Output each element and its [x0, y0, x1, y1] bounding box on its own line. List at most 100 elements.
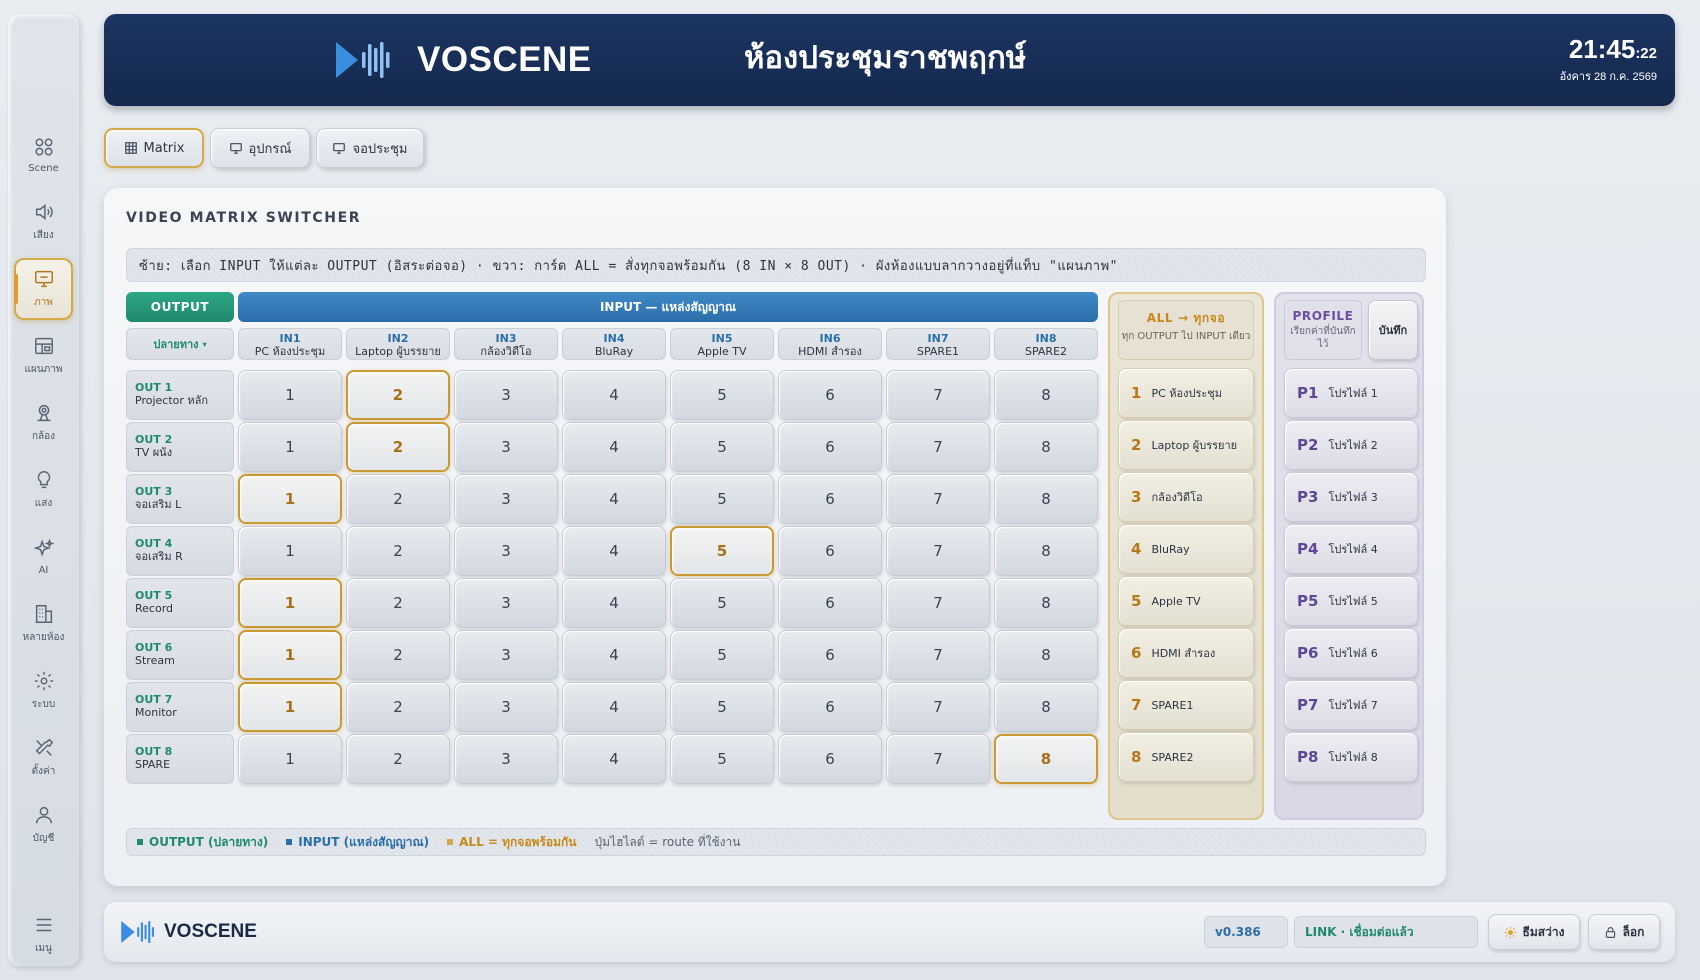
all-route-button-4[interactable]: 4 BluRay	[1118, 524, 1254, 574]
route-button-out5-in4[interactable]: 4	[562, 578, 666, 628]
route-button-out4-in5[interactable]: 5	[670, 526, 774, 576]
profile-button-8[interactable]: P8 โปรไฟล์ 8	[1284, 732, 1418, 782]
route-button-out5-in5[interactable]: 5	[670, 578, 774, 628]
all-route-button-5[interactable]: 5 Apple TV	[1118, 576, 1254, 626]
route-button-out8-in7[interactable]: 7	[886, 734, 990, 784]
route-button-out6-in8[interactable]: 8	[994, 630, 1098, 680]
route-button-out6-in7[interactable]: 7	[886, 630, 990, 680]
route-button-out8-in8[interactable]: 8	[994, 734, 1098, 784]
route-button-out3-in6[interactable]: 6	[778, 474, 882, 524]
save-profile-button[interactable]: บันทึก	[1368, 300, 1418, 360]
route-button-out2-in1[interactable]: 1	[238, 422, 342, 472]
route-button-out8-in3[interactable]: 3	[454, 734, 558, 784]
sidebar-item-account[interactable]: บัญชี	[14, 794, 73, 856]
sidebar-item-layout[interactable]: แผนภาพ	[14, 325, 73, 387]
route-button-out3-in5[interactable]: 5	[670, 474, 774, 524]
route-button-out5-in6[interactable]: 6	[778, 578, 882, 628]
sidebar-item-light[interactable]: แสง	[14, 459, 73, 521]
route-button-out4-in7[interactable]: 7	[886, 526, 990, 576]
route-button-out4-in1[interactable]: 1	[238, 526, 342, 576]
profile-button-4[interactable]: P4 โปรไฟล์ 4	[1284, 524, 1418, 574]
destination-dropdown[interactable]: ปลายทาง ▾	[126, 328, 234, 360]
route-button-out1-in1[interactable]: 1	[238, 370, 342, 420]
lock-button[interactable]: ล็อก	[1588, 914, 1660, 950]
sidebar-item-label: แสง	[34, 498, 53, 509]
tab-devices[interactable]: อุปกรณ์	[210, 128, 310, 168]
route-button-out6-in2[interactable]: 2	[346, 630, 450, 680]
route-button-out1-in8[interactable]: 8	[994, 370, 1098, 420]
route-button-out8-in4[interactable]: 4	[562, 734, 666, 784]
route-button-out4-in4[interactable]: 4	[562, 526, 666, 576]
route-button-out8-in5[interactable]: 5	[670, 734, 774, 784]
sidebar-item-system[interactable]: ระบบ	[14, 660, 73, 722]
route-button-out1-in5[interactable]: 5	[670, 370, 774, 420]
route-button-out8-in6[interactable]: 6	[778, 734, 882, 784]
route-button-out8-in1[interactable]: 1	[238, 734, 342, 784]
route-button-out2-in8[interactable]: 8	[994, 422, 1098, 472]
route-button-out3-in7[interactable]: 7	[886, 474, 990, 524]
route-button-out7-in8[interactable]: 8	[994, 682, 1098, 732]
sidebar-item-camera[interactable]: กล้อง	[14, 392, 73, 454]
profile-button-5[interactable]: P5 โปรไฟล์ 5	[1284, 576, 1418, 626]
route-button-out8-in2[interactable]: 2	[346, 734, 450, 784]
sidebar-item-ai[interactable]: AI	[14, 526, 73, 588]
sidebar-item-settings[interactable]: ตั้งค่า	[14, 727, 73, 789]
tab-matrix[interactable]: Matrix	[104, 128, 204, 168]
route-button-out1-in3[interactable]: 3	[454, 370, 558, 420]
all-route-button-1[interactable]: 1 PC ห้องประชุม	[1118, 368, 1254, 418]
route-button-out6-in1[interactable]: 1	[238, 630, 342, 680]
route-button-out3-in4[interactable]: 4	[562, 474, 666, 524]
route-button-out1-in4[interactable]: 4	[562, 370, 666, 420]
all-route-button-8[interactable]: 8 SPARE2	[1118, 732, 1254, 782]
sidebar-menu-button[interactable]: เมนู	[14, 904, 73, 966]
profile-button-6[interactable]: P6 โปรไฟล์ 6	[1284, 628, 1418, 678]
route-button-out7-in5[interactable]: 5	[670, 682, 774, 732]
route-button-out6-in5[interactable]: 5	[670, 630, 774, 680]
profile-button-3[interactable]: P3 โปรไฟล์ 3	[1284, 472, 1418, 522]
route-button-out4-in2[interactable]: 2	[346, 526, 450, 576]
route-button-out3-in3[interactable]: 3	[454, 474, 558, 524]
route-button-out7-in4[interactable]: 4	[562, 682, 666, 732]
route-button-out4-in3[interactable]: 3	[454, 526, 558, 576]
route-button-out2-in4[interactable]: 4	[562, 422, 666, 472]
sidebar-item-audio[interactable]: เสียง	[14, 191, 73, 253]
route-button-out7-in3[interactable]: 3	[454, 682, 558, 732]
route-button-out2-in5[interactable]: 5	[670, 422, 774, 472]
all-route-button-7[interactable]: 7 SPARE1	[1118, 680, 1254, 730]
route-button-out6-in4[interactable]: 4	[562, 630, 666, 680]
theme-toggle-button[interactable]: ธีมสว่าง	[1488, 914, 1580, 950]
route-button-out2-in7[interactable]: 7	[886, 422, 990, 472]
profile-button-2[interactable]: P2 โปรไฟล์ 2	[1284, 420, 1418, 470]
route-button-out1-in2[interactable]: 2	[346, 370, 450, 420]
route-button-out7-in7[interactable]: 7	[886, 682, 990, 732]
route-button-out2-in6[interactable]: 6	[778, 422, 882, 472]
route-button-out7-in6[interactable]: 6	[778, 682, 882, 732]
all-route-button-2[interactable]: 2 Laptop ผู้บรรยาย	[1118, 420, 1254, 470]
profile-button-7[interactable]: P7 โปรไฟล์ 7	[1284, 680, 1418, 730]
sidebar-item-video[interactable]: ภาพ	[14, 258, 73, 320]
route-button-out1-in6[interactable]: 6	[778, 370, 882, 420]
route-button-out1-in7[interactable]: 7	[886, 370, 990, 420]
route-button-out6-in6[interactable]: 6	[778, 630, 882, 680]
sidebar-item-scene[interactable]: Scene	[14, 124, 73, 186]
route-button-out4-in6[interactable]: 6	[778, 526, 882, 576]
route-button-out6-in3[interactable]: 3	[454, 630, 558, 680]
route-button-out3-in8[interactable]: 8	[994, 474, 1098, 524]
route-button-out5-in1[interactable]: 1	[238, 578, 342, 628]
route-button-out5-in8[interactable]: 8	[994, 578, 1098, 628]
route-button-out2-in3[interactable]: 3	[454, 422, 558, 472]
route-button-out5-in7[interactable]: 7	[886, 578, 990, 628]
route-button-out4-in8[interactable]: 8	[994, 526, 1098, 576]
route-button-out2-in2[interactable]: 2	[346, 422, 450, 472]
sidebar-item-multiroom[interactable]: หลายห้อง	[14, 593, 73, 655]
tab-meeting-display[interactable]: จอประชุม	[316, 128, 424, 168]
route-button-out3-in2[interactable]: 2	[346, 474, 450, 524]
route-button-out7-in1[interactable]: 1	[238, 682, 342, 732]
all-route-button-6[interactable]: 6 HDMI สำรอง	[1118, 628, 1254, 678]
route-button-out5-in3[interactable]: 3	[454, 578, 558, 628]
profile-button-1[interactable]: P1 โปรไฟล์ 1	[1284, 368, 1418, 418]
route-button-out3-in1[interactable]: 1	[238, 474, 342, 524]
route-button-out5-in2[interactable]: 2	[346, 578, 450, 628]
route-button-out7-in2[interactable]: 2	[346, 682, 450, 732]
all-route-button-3[interactable]: 3 กล้องวิดีโอ	[1118, 472, 1254, 522]
